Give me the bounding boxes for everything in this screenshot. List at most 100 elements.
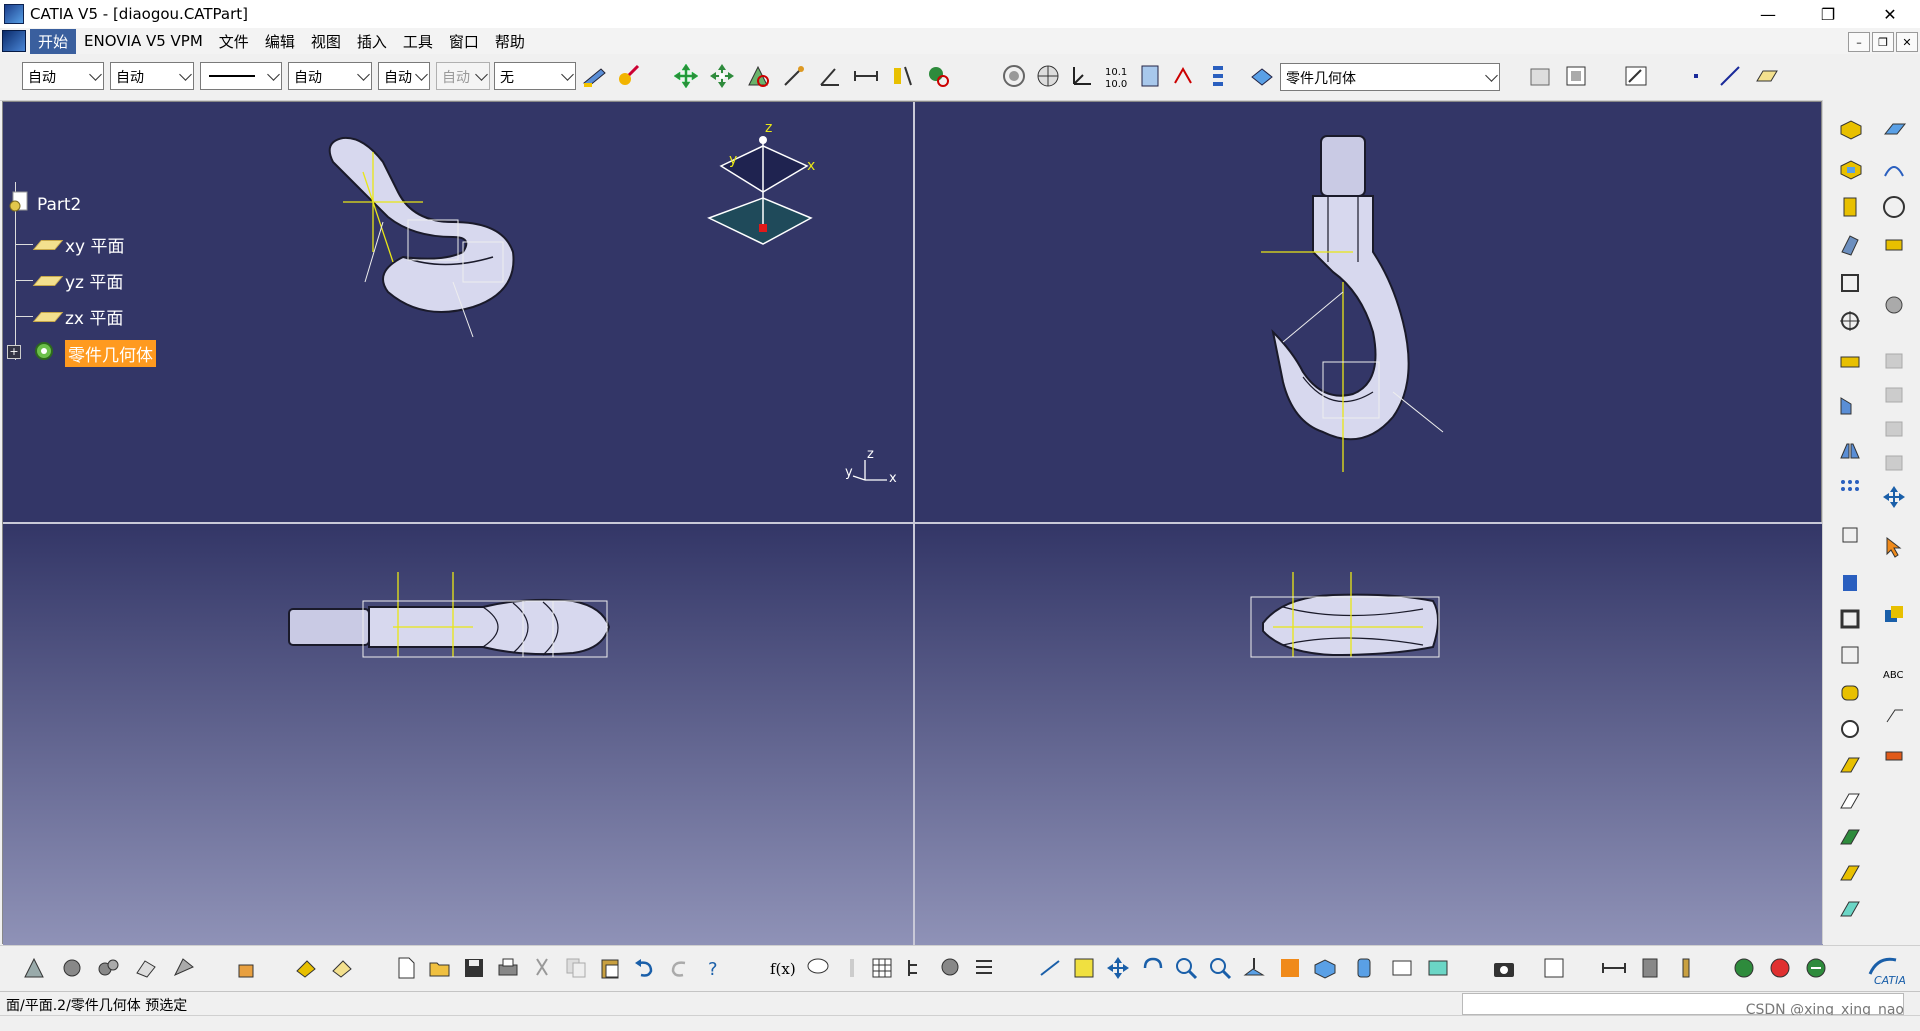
pan-icon[interactable]: [1104, 954, 1132, 982]
gear-icon-2[interactable]: [94, 954, 122, 982]
cut-icon[interactable]: [292, 954, 320, 982]
menu-start[interactable]: 开始: [30, 28, 77, 54]
thickness-icon[interactable]: [1835, 568, 1865, 598]
mdi-close-button[interactable]: ✕: [1896, 32, 1918, 52]
annotation-icon[interactable]: ABC: [1879, 660, 1909, 690]
viewport-4view[interactable]: Part2 xy 平面 yz 平面 zx 平面 + 零件几何体 z y x z …: [2, 101, 1823, 945]
minimize-button[interactable]: —: [1740, 0, 1796, 28]
mdi-minimize-button[interactable]: –: [1848, 32, 1870, 52]
menu-view[interactable]: 视图: [303, 29, 349, 54]
draft-icon[interactable]: [1835, 390, 1865, 420]
properties-brush-icon[interactable]: [614, 62, 642, 90]
tree-root-part2[interactable]: Part2: [37, 195, 81, 215]
measure-icon[interactable]: [744, 62, 772, 90]
fit-all-icon[interactable]: [1070, 954, 1098, 982]
normal-view-icon[interactable]: [1240, 954, 1268, 982]
part-icon[interactable]: [7, 190, 31, 214]
gear-icon[interactable]: [1879, 290, 1909, 320]
constraint-icon[interactable]: [1204, 62, 1232, 90]
mirror-icon[interactable]: [1835, 436, 1865, 466]
open-folder-icon[interactable]: [426, 954, 454, 982]
shaft-icon[interactable]: [1835, 192, 1865, 222]
tree-item-zx-plane[interactable]: zx 平面: [65, 304, 123, 329]
tree-item-yz-plane[interactable]: yz 平面: [65, 268, 123, 293]
zoom-out-icon[interactable]: [1206, 954, 1234, 982]
table-icon[interactable]: [868, 954, 896, 982]
painter-icon[interactable]: [580, 62, 608, 90]
comment-icon[interactable]: [804, 954, 832, 982]
point-symbol-combo[interactable]: 自动: [378, 62, 430, 90]
hook-front-view[interactable]: [1243, 132, 1463, 502]
hand-icon[interactable]: [232, 954, 260, 982]
capture-icon[interactable]: [1490, 954, 1518, 982]
rotate-icon[interactable]: [1138, 954, 1166, 982]
undo-icon[interactable]: [630, 954, 658, 982]
sew-surface-icon[interactable]: [1835, 858, 1865, 888]
point-icon[interactable]: [1682, 62, 1710, 90]
line-weight-combo[interactable]: 自动: [288, 62, 372, 90]
translate-icon[interactable]: [1879, 482, 1909, 512]
angle-tool-icon[interactable]: [816, 62, 844, 90]
inertia-icon[interactable]: [888, 62, 916, 90]
body-selector-combo[interactable]: 零件几何体: [1280, 63, 1500, 91]
remove-face-icon[interactable]: [1835, 678, 1865, 708]
catia-logo-icon[interactable]: [2, 30, 26, 52]
mdi-restore-button[interactable]: ❐: [1872, 32, 1894, 52]
hook-top-view[interactable]: [283, 557, 643, 697]
scaling-icon[interactable]: [1835, 520, 1865, 550]
gear-icon-1[interactable]: [58, 954, 86, 982]
transparency-combo[interactable]: 自动: [110, 62, 194, 90]
tree-expander[interactable]: +: [7, 345, 21, 359]
layer-combo[interactable]: 无: [494, 62, 576, 90]
hook-iso-view[interactable]: [303, 122, 603, 362]
menu-window[interactable]: 窗口: [441, 29, 487, 54]
sketcher-icon[interactable]: [1879, 114, 1909, 144]
sketch-plane-icon[interactable]: [132, 954, 160, 982]
scene-icon[interactable]: [328, 954, 356, 982]
catalog-icon[interactable]: [1540, 954, 1568, 982]
pocket-icon[interactable]: [1835, 154, 1865, 184]
hook-side-view[interactable]: [1243, 557, 1463, 697]
view-frame-icon[interactable]: [1562, 62, 1590, 90]
restore-button[interactable]: ❐: [1800, 0, 1856, 28]
replace-face-icon[interactable]: [1835, 714, 1865, 744]
tree-item-xy-plane[interactable]: xy 平面: [65, 232, 125, 257]
color-combo[interactable]: 自动: [22, 62, 104, 90]
sphere-view-icon[interactable]: [1034, 62, 1062, 90]
split-icon[interactable]: [1835, 750, 1865, 780]
whats-this-icon[interactable]: ?: [702, 954, 730, 982]
scissors-icon[interactable]: [528, 954, 556, 982]
print-icon[interactable]: [494, 954, 522, 982]
line-type-combo[interactable]: [200, 62, 282, 90]
publish-icon[interactable]: [936, 954, 964, 982]
list-icon[interactable]: [970, 954, 998, 982]
copy-icon[interactable]: [562, 954, 590, 982]
compass[interactable]: z y x: [703, 122, 823, 252]
sketch-icon[interactable]: [1622, 62, 1650, 90]
part-body-gear-icon[interactable]: [31, 338, 57, 364]
inertia-measure-icon[interactable]: [1672, 954, 1700, 982]
fly-mode-icon[interactable]: [1036, 954, 1064, 982]
product-icon[interactable]: [170, 954, 198, 982]
menu-insert[interactable]: 插入: [349, 29, 395, 54]
swap-visible-icon[interactable]: [1424, 954, 1452, 982]
flag-note-icon[interactable]: [1879, 700, 1909, 730]
tree-item-part-body[interactable]: 零件几何体: [65, 340, 156, 367]
iso-view-icon[interactable]: [1310, 954, 1338, 982]
menu-tools[interactable]: 工具: [395, 29, 441, 54]
analysis-icon[interactable]: [924, 62, 952, 90]
sphere-icon[interactable]: [1879, 192, 1909, 222]
rib-icon[interactable]: [1835, 230, 1865, 260]
update-all-icon[interactable]: [1766, 954, 1794, 982]
shading-icon[interactable]: [1350, 954, 1378, 982]
hide-show-icon[interactable]: [1388, 954, 1416, 982]
move-compass-icon[interactable]: [672, 62, 700, 90]
new-file-icon[interactable]: [392, 954, 420, 982]
fillet-icon[interactable]: [1835, 346, 1865, 376]
boolean-icon[interactable]: [1879, 600, 1909, 630]
line-icon[interactable]: [1716, 62, 1744, 90]
hole-icon[interactable]: [1835, 306, 1865, 336]
distance-icon[interactable]: [852, 62, 880, 90]
tree-view-icon[interactable]: [902, 954, 930, 982]
sheet-icon[interactable]: [1526, 62, 1554, 90]
